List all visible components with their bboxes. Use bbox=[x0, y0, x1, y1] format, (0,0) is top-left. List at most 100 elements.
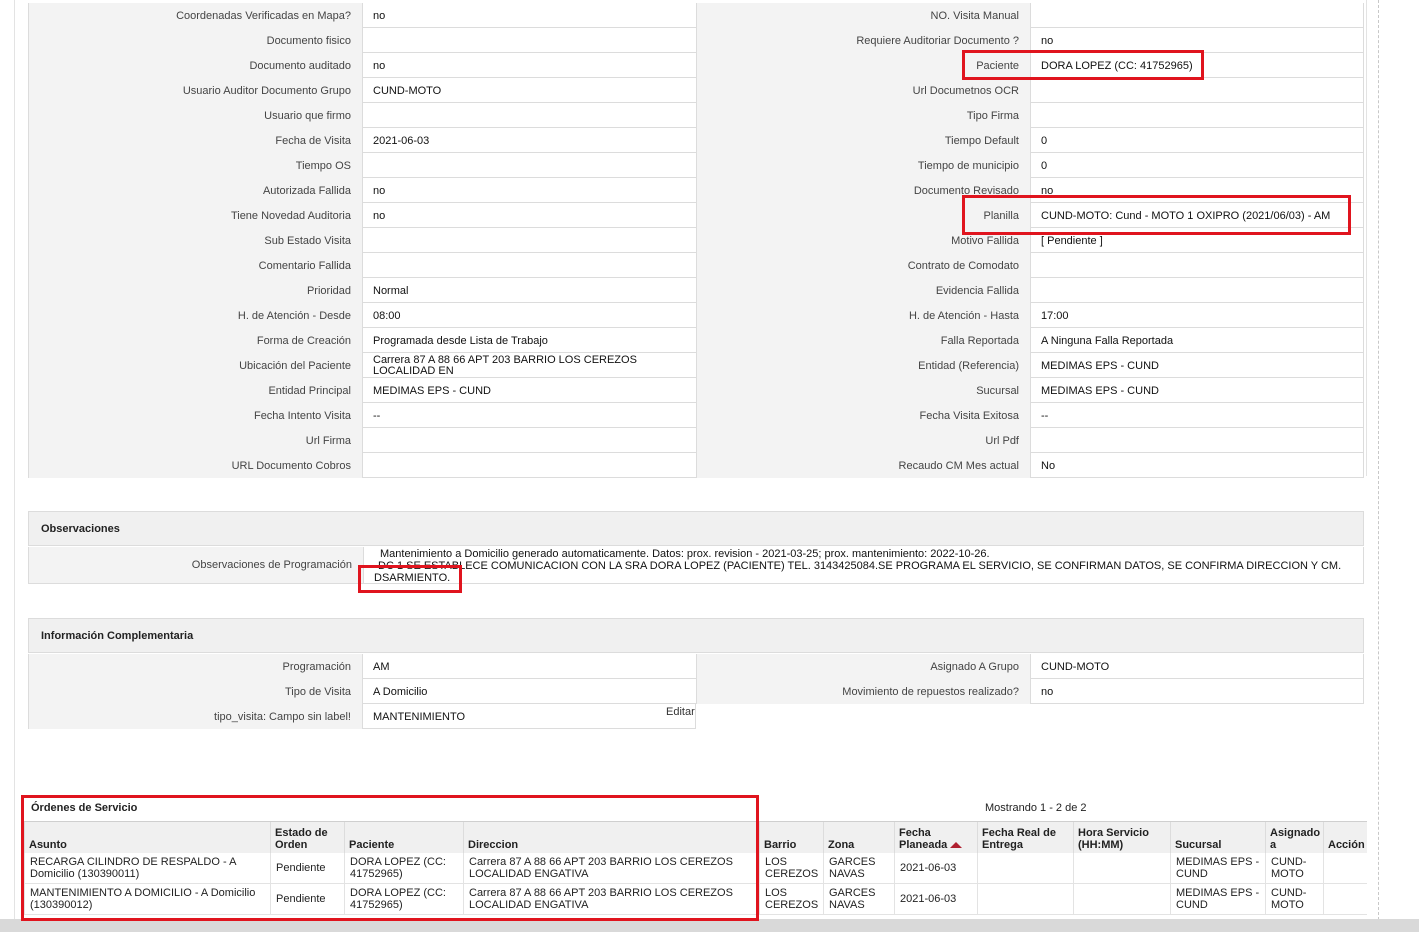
detail-label: Movimiento de repuestos realizado? bbox=[696, 679, 1030, 704]
col-paciente[interactable]: Paciente bbox=[344, 821, 464, 853]
detail-value: no bbox=[362, 3, 696, 28]
cell-asignado: CUND-MOTO bbox=[1265, 852, 1324, 884]
detail-label: Ubicación del Paciente bbox=[28, 353, 362, 378]
detail-label: Tipo Firma bbox=[696, 103, 1030, 128]
orders-table: Asunto Estado de Orden Paciente Direccio… bbox=[24, 821, 1367, 915]
cell-zona: GARCES NAVAS bbox=[823, 883, 895, 915]
detail-row: H. de Atención - Desde 08:00 H. de Atenc… bbox=[28, 303, 1364, 328]
detail-label: Tipo de Visita bbox=[28, 679, 362, 704]
cell-barrio: LOS CEREZOS bbox=[759, 852, 824, 884]
cell-fecha-planeada: 2021-06-03 bbox=[894, 852, 978, 884]
detail-row: Documento auditado no Paciente DORA LOPE… bbox=[28, 53, 1364, 78]
observaciones-line: DC 1 SE ESTABLECE COMUNICACION CON LA SR… bbox=[378, 560, 1342, 572]
cell-zona: GARCES NAVAS bbox=[823, 852, 895, 884]
col-asunto[interactable]: Asunto bbox=[24, 821, 271, 853]
planilla-value: CUND-MOTO: Cund - MOTO 1 OXIPRO (2021/06… bbox=[1030, 203, 1364, 228]
detail-label: Entidad Principal bbox=[28, 378, 362, 403]
detail-row: Fecha Intento Visita -- Fecha Visita Exi… bbox=[28, 403, 1364, 428]
detail-label: Documento Revisado bbox=[696, 178, 1030, 203]
detail-label: Paciente bbox=[696, 53, 1030, 78]
detail-value: MEDIMAS EPS - CUND bbox=[1030, 378, 1364, 403]
col-zona[interactable]: Zona bbox=[823, 821, 895, 853]
detail-label: Documento auditado bbox=[28, 53, 362, 78]
pagination-summary: Mostrando 1 - 2 de 2 bbox=[985, 802, 1087, 814]
col-asignado[interactable]: Asignado a bbox=[1265, 821, 1324, 853]
detail-label: Evidencia Fallida bbox=[696, 278, 1030, 303]
detail-value bbox=[362, 103, 696, 128]
detail-label: Recaudo CM Mes actual bbox=[696, 453, 1030, 478]
detail-row: Forma de Creación Programada desde Lista… bbox=[28, 328, 1364, 353]
col-direccion[interactable]: Direccion bbox=[463, 821, 760, 853]
patient-value: DORA LOPEZ (CC: 41752965) bbox=[1030, 53, 1364, 78]
observaciones-line: DSARMIENTO. bbox=[374, 572, 451, 584]
detail-value bbox=[362, 228, 696, 253]
detail-row: Comentario Fallida Contrato de Comodato bbox=[28, 253, 1364, 278]
detail-value bbox=[1030, 103, 1364, 128]
table-row[interactable]: RECARGA CILINDRO DE RESPALDO - A Domicil… bbox=[24, 852, 1367, 884]
detail-label: Fecha Visita Exitosa bbox=[696, 403, 1030, 428]
detail-value: MEDIMAS EPS - CUND bbox=[362, 378, 696, 403]
detail-value: A Domicilio bbox=[362, 679, 696, 704]
cell-fecha-planeada: 2021-06-03 bbox=[894, 883, 978, 915]
detail-value: no bbox=[1030, 679, 1364, 704]
detail-value: A Ninguna Falla Reportada bbox=[1030, 328, 1364, 353]
detail-label: Prioridad bbox=[28, 278, 362, 303]
detail-value: CUND-MOTO bbox=[362, 78, 696, 103]
detail-label: Planilla bbox=[696, 203, 1030, 228]
cell-fecha-real bbox=[977, 883, 1074, 915]
detail-label: Falla Reportada bbox=[696, 328, 1030, 353]
detail-value: no bbox=[362, 178, 696, 203]
col-hora[interactable]: Hora Servicio (HH:MM) bbox=[1073, 821, 1171, 853]
cell-asunto[interactable]: RECARGA CILINDRO DE RESPALDO - A Domicil… bbox=[24, 852, 271, 884]
detail-label: Forma de Creación bbox=[28, 328, 362, 353]
detail-value: No bbox=[1030, 453, 1364, 478]
detail-label: tipo_visita: Campo sin label! bbox=[28, 704, 362, 729]
detail-value bbox=[362, 428, 696, 453]
detail-row: Sub Estado Visita Motivo Fallida [ Pendi… bbox=[28, 228, 1364, 253]
detail-value: 0 bbox=[1030, 153, 1364, 178]
detail-label: Url Firma bbox=[28, 428, 362, 453]
detail-row: Programación AM Asignado A Grupo CUND-MO… bbox=[28, 654, 1364, 679]
detail-value bbox=[362, 28, 696, 53]
detail-value: 2021-06-03 bbox=[362, 128, 696, 153]
detail-row: Tipo de Visita A Domicilio Movimiento de… bbox=[28, 679, 1364, 704]
col-sucursal[interactable]: Sucursal bbox=[1170, 821, 1266, 853]
dashed-divider bbox=[1378, 0, 1379, 920]
col-fecha-real[interactable]: Fecha Real de Entrega bbox=[977, 821, 1074, 853]
detail-row: Coordenadas Verificadas en Mapa? no NO. … bbox=[28, 3, 1364, 28]
col-barrio[interactable]: Barrio bbox=[759, 821, 824, 853]
detail-label: Url Documetnos OCR bbox=[696, 78, 1030, 103]
edit-link[interactable]: Editar bbox=[666, 706, 695, 718]
sort-ascending-icon bbox=[950, 841, 963, 848]
col-estado[interactable]: Estado de Orden bbox=[270, 821, 345, 853]
detail-value: -- bbox=[1030, 403, 1364, 428]
detail-label: Contrato de Comodato bbox=[696, 253, 1030, 278]
cell-asignado: CUND-MOTO bbox=[1265, 883, 1324, 915]
detail-row: Usuario Auditor Documento Grupo CUND-MOT… bbox=[28, 78, 1364, 103]
cell-accion[interactable] bbox=[1323, 883, 1367, 915]
horizontal-scrollbar[interactable] bbox=[0, 919, 1419, 932]
detail-value: -- bbox=[362, 403, 696, 428]
detail-value bbox=[1030, 278, 1364, 303]
observaciones-line: Mantenimiento a Domicilio generado autom… bbox=[380, 548, 990, 560]
cell-accion[interactable] bbox=[1323, 852, 1367, 884]
detail-value: no bbox=[1030, 178, 1364, 203]
detail-value: CUND-MOTO bbox=[1030, 654, 1364, 679]
detail-value: [ Pendiente ] bbox=[1030, 228, 1364, 253]
cell-estado: Pendiente bbox=[270, 852, 345, 884]
detail-label: NO. Visita Manual bbox=[696, 3, 1030, 28]
detail-label: Coordenadas Verificadas en Mapa? bbox=[28, 3, 362, 28]
detail-label: Usuario Auditor Documento Grupo bbox=[28, 78, 362, 103]
detail-value bbox=[1030, 78, 1364, 103]
detail-label: Autorizada Fallida bbox=[28, 178, 362, 203]
col-fecha-planeada[interactable]: Fecha Planeada bbox=[894, 821, 978, 853]
detail-label: Fecha Intento Visita bbox=[28, 403, 362, 428]
detail-label: Asignado A Grupo bbox=[696, 654, 1030, 679]
cell-paciente: DORA LOPEZ (CC: 41752965) bbox=[344, 852, 464, 884]
detail-value: 08:00 bbox=[362, 303, 696, 328]
detail-label: Tiempo Default bbox=[696, 128, 1030, 153]
detail-label: Motivo Fallida bbox=[696, 228, 1030, 253]
detail-label: Requiere Auditoriar Documento ? bbox=[696, 28, 1030, 53]
table-row[interactable]: MANTENIMIENTO A DOMICILIO - A Domicilio … bbox=[24, 883, 1367, 915]
cell-asunto[interactable]: MANTENIMIENTO A DOMICILIO - A Domicilio … bbox=[24, 883, 271, 915]
